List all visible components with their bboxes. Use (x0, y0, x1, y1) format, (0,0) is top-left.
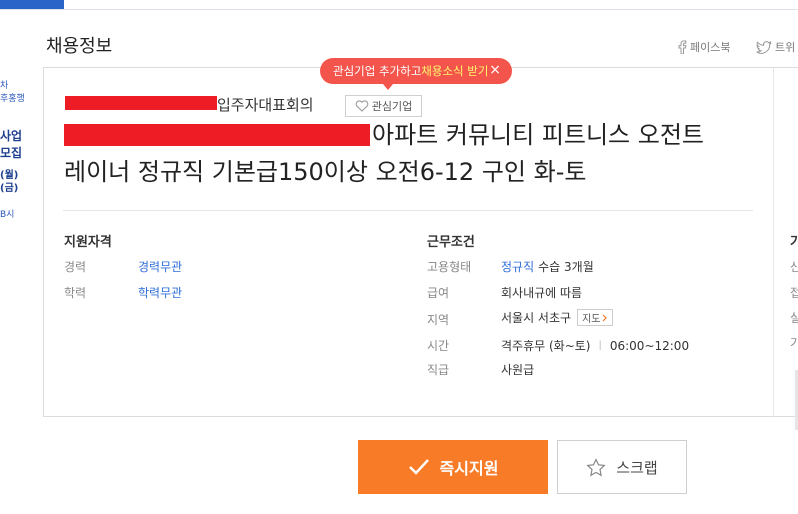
region-text: 서울시 서초구 (501, 311, 572, 325)
favorite-company-button[interactable]: 관심기업 (345, 95, 422, 117)
favorite-company-label: 관심기업 (371, 100, 413, 113)
left-banner-ad[interactable]: 차 후홍행 사업 모집 (월) (금) B시 (0, 74, 38, 244)
checkmark-icon (408, 459, 429, 475)
facebook-label: 페이스북 (690, 41, 731, 54)
employment-type-value: 정규직 수습 3개월 (501, 258, 594, 275)
salary-value: 회사내규에 따름 (501, 286, 583, 300)
heart-icon (355, 100, 369, 112)
left-banner-text: (금) (0, 183, 19, 194)
right-column-item: 신 (790, 260, 798, 274)
salary-label: 급여 (427, 286, 450, 300)
facebook-icon (678, 40, 687, 54)
probation-text: 수습 3개월 (538, 260, 594, 274)
left-banner-text: 후홍행 (0, 94, 25, 104)
star-icon (586, 457, 606, 476)
time-hours: 06:00~12:00 (609, 338, 690, 353)
redaction-mark (65, 96, 217, 110)
right-column-item: 실 (790, 311, 798, 325)
apply-now-label: 즉시지원 (439, 461, 499, 478)
job-title-line2: 레이너 정규직 기본급150이상 오전6-12 구인 화-토 (64, 158, 587, 186)
position-value: 사원급 (501, 363, 535, 377)
right-column-item: 접 (790, 286, 798, 300)
scrap-label: 스크랩 (616, 459, 658, 477)
left-banner-text: 사업 (0, 129, 23, 143)
position-label: 직급 (427, 363, 450, 377)
twitter-icon (756, 40, 772, 54)
region-label: 지역 (427, 313, 450, 327)
page-title: 채용정보 (46, 36, 113, 57)
employment-type-link[interactable]: 정규직 (501, 258, 534, 275)
education-label: 학력 (64, 286, 87, 300)
time-value: 격주휴무 (화~토) | 06:00~12:00 (501, 337, 689, 354)
section-divider (63, 210, 753, 211)
chevron-right-icon (603, 314, 608, 321)
apply-now-button[interactable]: 즉시지원 (358, 440, 548, 494)
education-value[interactable]: 학력무관 (138, 284, 182, 301)
left-banner-text: B시 (0, 210, 15, 220)
tooltip-close-icon[interactable]: × (489, 62, 501, 78)
company-name[interactable]: 입주자대표회의 (217, 94, 314, 115)
employment-type-label: 고용형태 (427, 260, 472, 274)
map-button[interactable]: 지도 (577, 309, 614, 326)
conditions-heading: 근무조건 (427, 235, 475, 250)
job-title-line1: 아파트 커뮤니티 피트니스 오전트 (372, 121, 705, 149)
tooltip-text: 관심기업 추가하고 (333, 64, 422, 78)
facebook-share-button[interactable]: 페이스북 (677, 39, 730, 55)
favorite-tooltip[interactable]: 관심기업 추가하고 채용소식 받기 × (320, 58, 512, 84)
scrap-button[interactable]: 스크랩 (557, 440, 687, 494)
left-banner-text: (월) (0, 170, 19, 181)
map-label: 지도 (582, 314, 601, 325)
top-divider (0, 9, 798, 10)
tooltip-highlight: 채용소식 받기 (421, 64, 489, 78)
experience-value[interactable]: 경력무관 (138, 258, 182, 275)
right-column-heading: 기 (790, 235, 798, 250)
time-days: 격주휴무 (화~토) (501, 339, 591, 353)
top-nav-accent (0, 0, 64, 9)
qualifications-heading: 지원자격 (64, 235, 112, 250)
left-banner-text: 모집 (0, 146, 23, 160)
twitter-label: 트위 (775, 41, 796, 54)
twitter-share-button[interactable]: 트위 (756, 39, 795, 55)
column-divider (773, 68, 774, 417)
region-value: 서울시 서초구 지도 (501, 309, 614, 326)
time-label: 시간 (427, 339, 450, 353)
experience-label: 경력 (64, 260, 87, 274)
redaction-mark (64, 124, 370, 146)
right-column-item: 기 (790, 336, 798, 350)
time-separator: | (598, 340, 602, 351)
left-banner-text: 차 (0, 81, 9, 91)
tooltip-arrow (383, 84, 393, 90)
